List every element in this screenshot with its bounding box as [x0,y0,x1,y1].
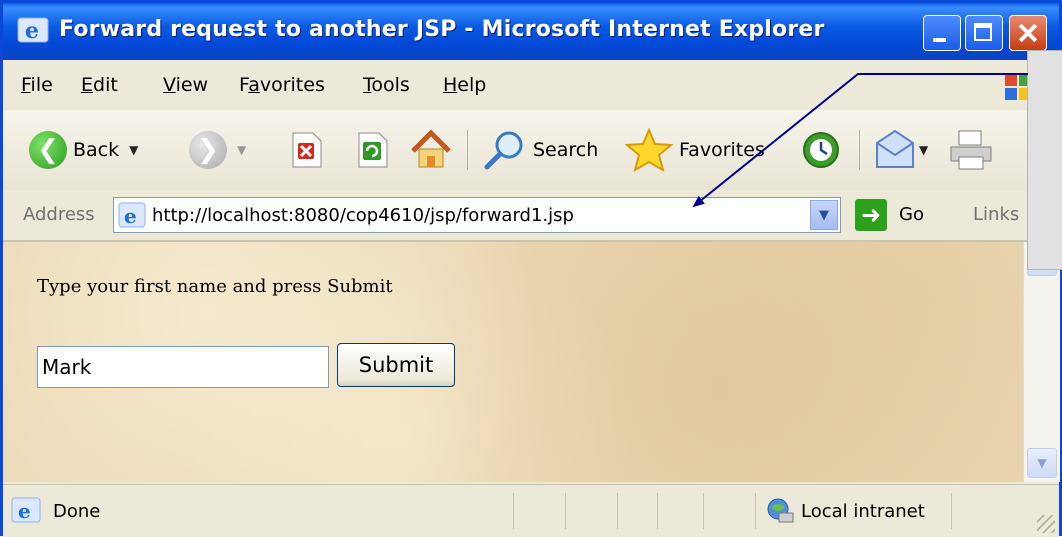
printer-icon [950,130,992,170]
address-input[interactable]: e http://localhost:8080/cop4610/jsp/forw… [113,197,841,233]
maximize-button[interactable] [965,15,1003,51]
stop-button[interactable] [289,128,323,172]
forward-dropdown-icon[interactable]: ▼ [237,143,246,157]
forward-button[interactable]: ❯ ▼ [189,128,246,172]
submit-button[interactable]: Submit [337,343,455,387]
history-icon [803,132,839,168]
intranet-zone-icon [767,498,794,523]
mail-dropdown-icon[interactable]: ▼ [919,143,928,157]
security-zone-text: Local intranet [801,501,925,522]
go-arrow-icon[interactable]: ➜ [855,199,887,231]
address-dropdown-icon[interactable]: ▼ [810,200,838,230]
page-status-icon: e [11,497,41,523]
home-icon [411,129,451,168]
first-name-input[interactable] [37,346,329,388]
title-bar[interactable]: e Forward request to another JSP - Micro… [3,3,1059,60]
address-label: Address [23,204,95,225]
status-text: Done [53,501,101,522]
search-icon [484,131,523,170]
search-button[interactable]: Search [483,128,598,172]
favorites-star-icon [625,128,673,172]
mail-button[interactable]: ▼ [873,128,928,172]
forward-arrow-icon: ❯ [189,131,227,169]
back-arrow-icon: ❮ [29,131,67,169]
svg-text:e: e [124,204,137,228]
instruction-text: Type your first name and press Submit [37,276,393,297]
address-url: http://localhost:8080/cop4610/jsp/forwar… [152,205,574,226]
menu-bar: File Edit View Favorites Tools Help [3,60,1059,111]
page-ie-icon: e [118,202,146,228]
search-label: Search [533,139,599,161]
minimize-button[interactable] [923,15,961,51]
menu-help[interactable]: Help [443,74,486,96]
menu-edit[interactable]: Edit [81,74,118,96]
callout-box [1027,50,1062,270]
svg-text:e: e [25,18,39,43]
go-button[interactable]: Go [899,204,924,225]
refresh-icon [358,132,388,168]
scroll-down-icon[interactable]: ▼ [1027,448,1057,478]
menu-view[interactable]: View [163,74,208,96]
history-button[interactable] [799,128,843,172]
page-content: Type your first name and press Submit Su… [3,242,1023,482]
stop-icon [292,132,322,168]
svg-text:e: e [18,499,31,523]
home-button[interactable] [409,128,453,172]
print-button[interactable] [949,128,993,172]
back-dropdown-icon[interactable]: ▼ [129,143,138,157]
favorites-label: Favorites [679,139,765,161]
refresh-button[interactable] [355,128,389,172]
menu-tools[interactable]: Tools [363,74,410,96]
menu-file-rest: ile [30,74,53,96]
menu-file[interactable]: File [21,74,53,96]
close-button[interactable] [1009,15,1047,51]
back-label: Back [73,139,120,161]
menu-favorites[interactable]: Favorites [239,74,325,96]
resize-grip-icon[interactable] [1037,515,1055,533]
back-button[interactable]: ❮ Back ▼ [29,128,138,172]
ie-logo-icon: e [17,17,49,43]
status-bar: e Done Local intranet [3,484,1059,537]
browser-window: e Forward request to another JSP - Micro… [0,0,1062,537]
vertical-scrollbar[interactable]: ▲ ▼ [1023,242,1060,482]
links-button[interactable]: Links [973,204,1019,225]
favorites-button[interactable]: Favorites [625,128,765,172]
address-bar: Address e http://localhost:8080/cop4610/… [3,190,1059,242]
mail-icon [876,129,914,168]
standard-toolbar: ❮ Back ▼ ❯ ▼ Search Favorites ▼ [3,110,1059,191]
window-title: Forward request to another JSP - Microso… [59,17,825,42]
